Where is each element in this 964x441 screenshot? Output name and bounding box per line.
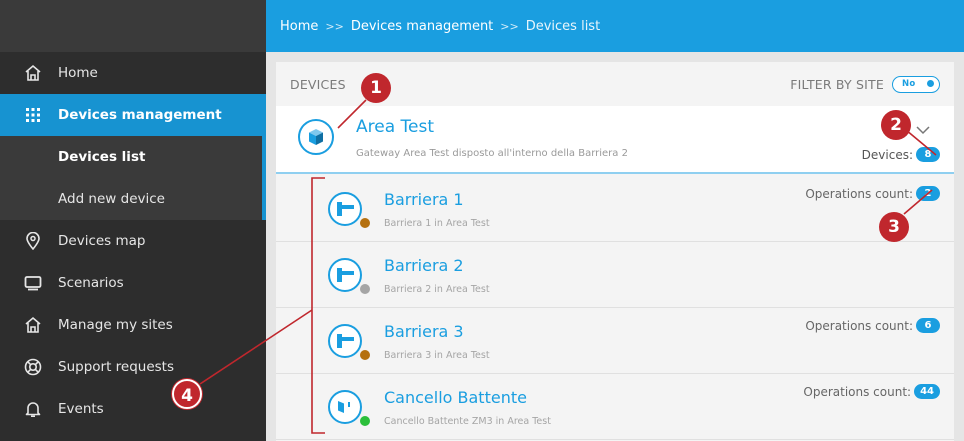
barrier-icon: [328, 192, 362, 226]
area-description: Gateway Area Test disposto all'interno d…: [356, 148, 628, 159]
sidebar-item-label: Home: [58, 65, 98, 81]
operations-count: Operations count: 6: [805, 318, 940, 333]
chevron-down-icon[interactable]: [916, 120, 930, 139]
breadcrumb-separator: >>: [500, 19, 519, 33]
annotation-marker-4: 4: [172, 379, 202, 409]
sidebar-item-add-new-device[interactable]: Add new device: [0, 178, 266, 220]
device-row-cancello-battente[interactable]: Cancello Battente Cancello Battente ZM3 …: [276, 374, 954, 440]
barrier-icon: [328, 324, 362, 358]
sidebar-item-support-requests[interactable]: Support requests: [0, 346, 266, 388]
device-subtitle: Barriera 3 in Area Test: [384, 350, 490, 361]
breadcrumb: Home >> Devices management >> Devices li…: [266, 0, 964, 52]
sidebar-item-devices-management[interactable]: Devices management: [0, 94, 266, 136]
operations-count-label: Operations count:: [805, 318, 913, 333]
filter-by-site-label: FILTER BY SITE: [790, 76, 884, 92]
operations-count-label: Operations count:: [805, 186, 913, 201]
status-dot: [358, 216, 372, 230]
status-dot: [358, 414, 372, 428]
operations-count-badge: 44: [914, 384, 940, 399]
sidebar-item-label: Devices list: [58, 149, 146, 165]
bell-icon: [22, 398, 44, 420]
operations-count: Operations count: 2: [805, 186, 940, 201]
sidebar-item-label: Scenarios: [58, 275, 124, 291]
devices-count-badge: 8: [916, 147, 940, 162]
device-row-barriera-3[interactable]: Barriera 3 Barriera 3 in Area Test Opera…: [276, 308, 954, 374]
breadcrumb-devices-management[interactable]: Devices management: [351, 19, 493, 34]
operations-count-badge: 2: [916, 186, 940, 201]
area-name[interactable]: Area Test: [356, 117, 434, 137]
device-name[interactable]: Barriera 1: [384, 190, 464, 209]
sidebar-item-label: Devices management: [58, 107, 222, 123]
operations-count-label: Operations count:: [803, 384, 912, 399]
breadcrumb-home[interactable]: Home: [280, 19, 318, 34]
sidebar-item-scenarios[interactable]: Scenarios: [0, 262, 266, 304]
sidebar-item-manage-my-sites[interactable]: Manage my sites: [0, 304, 266, 346]
sidebar-item-label: Support requests: [58, 359, 175, 375]
device-row-barriera-2[interactable]: Barriera 2 Barriera 2 in Area Test: [276, 242, 954, 308]
device-subtitle: Barriera 2 in Area Test: [384, 284, 490, 295]
barrier-icon: [328, 258, 362, 292]
operations-count: Operations count: 44: [803, 384, 940, 399]
map-pin-icon: [22, 230, 44, 252]
sidebar-item-label: Manage my sites: [58, 317, 173, 333]
cube-icon: [298, 119, 334, 155]
home-icon: [22, 314, 44, 336]
device-subtitle: Cancello Battente ZM3 in Area Test: [384, 416, 551, 427]
devices-panel: DEVICES FILTER BY SITE No Area Test Gate…: [276, 62, 954, 441]
sidebar-item-events[interactable]: Events: [0, 388, 266, 430]
sidebar-item-home[interactable]: Home: [0, 52, 266, 94]
annotation-marker-2: 2: [881, 110, 911, 140]
monitor-icon: [22, 272, 44, 294]
device-subtitle: Barriera 1 in Area Test: [384, 218, 490, 229]
toggle-state: No: [902, 78, 916, 89]
filter-by-site-toggle[interactable]: No: [892, 75, 940, 93]
sidebar-header: [0, 0, 266, 52]
home-icon: [22, 62, 44, 84]
device-name[interactable]: Cancello Battente: [384, 388, 527, 407]
sidebar-item-label: Add new device: [58, 191, 165, 207]
status-dot: [358, 348, 372, 362]
annotation-marker-3: 3: [879, 212, 909, 242]
main-content: DEVICES FILTER BY SITE No Area Test Gate…: [266, 52, 964, 441]
device-name[interactable]: Barriera 2: [384, 256, 464, 275]
sidebar-item-devices-map[interactable]: Devices map: [0, 220, 266, 262]
sidebar-item-devices-list[interactable]: Devices list: [0, 136, 266, 178]
lifebuoy-icon: [22, 356, 44, 378]
operations-count-badge: 6: [916, 318, 940, 333]
breadcrumb-separator: >>: [325, 19, 344, 33]
status-dot: [358, 282, 372, 296]
device-row-barriera-1[interactable]: Barriera 1 Barriera 1 in Area Test Opera…: [276, 176, 954, 242]
breadcrumb-devices-list: Devices list: [525, 18, 601, 34]
gate-icon: [328, 390, 362, 424]
sidebar: Home Devices management Devices list Add…: [0, 0, 266, 441]
sidebar-item-label: Devices map: [58, 233, 146, 249]
annotation-marker-1: 1: [361, 73, 391, 103]
sidebar-item-label: Events: [58, 401, 104, 417]
panel-title: DEVICES: [290, 76, 346, 92]
devices-count-label: Devices:: [861, 147, 913, 162]
device-name[interactable]: Barriera 3: [384, 322, 464, 341]
toggle-knob: [927, 80, 934, 87]
area-row[interactable]: Area Test Gateway Area Test disposto all…: [276, 106, 954, 174]
grid-icon: [22, 104, 44, 126]
devices-count: Devices: 8: [862, 147, 940, 162]
